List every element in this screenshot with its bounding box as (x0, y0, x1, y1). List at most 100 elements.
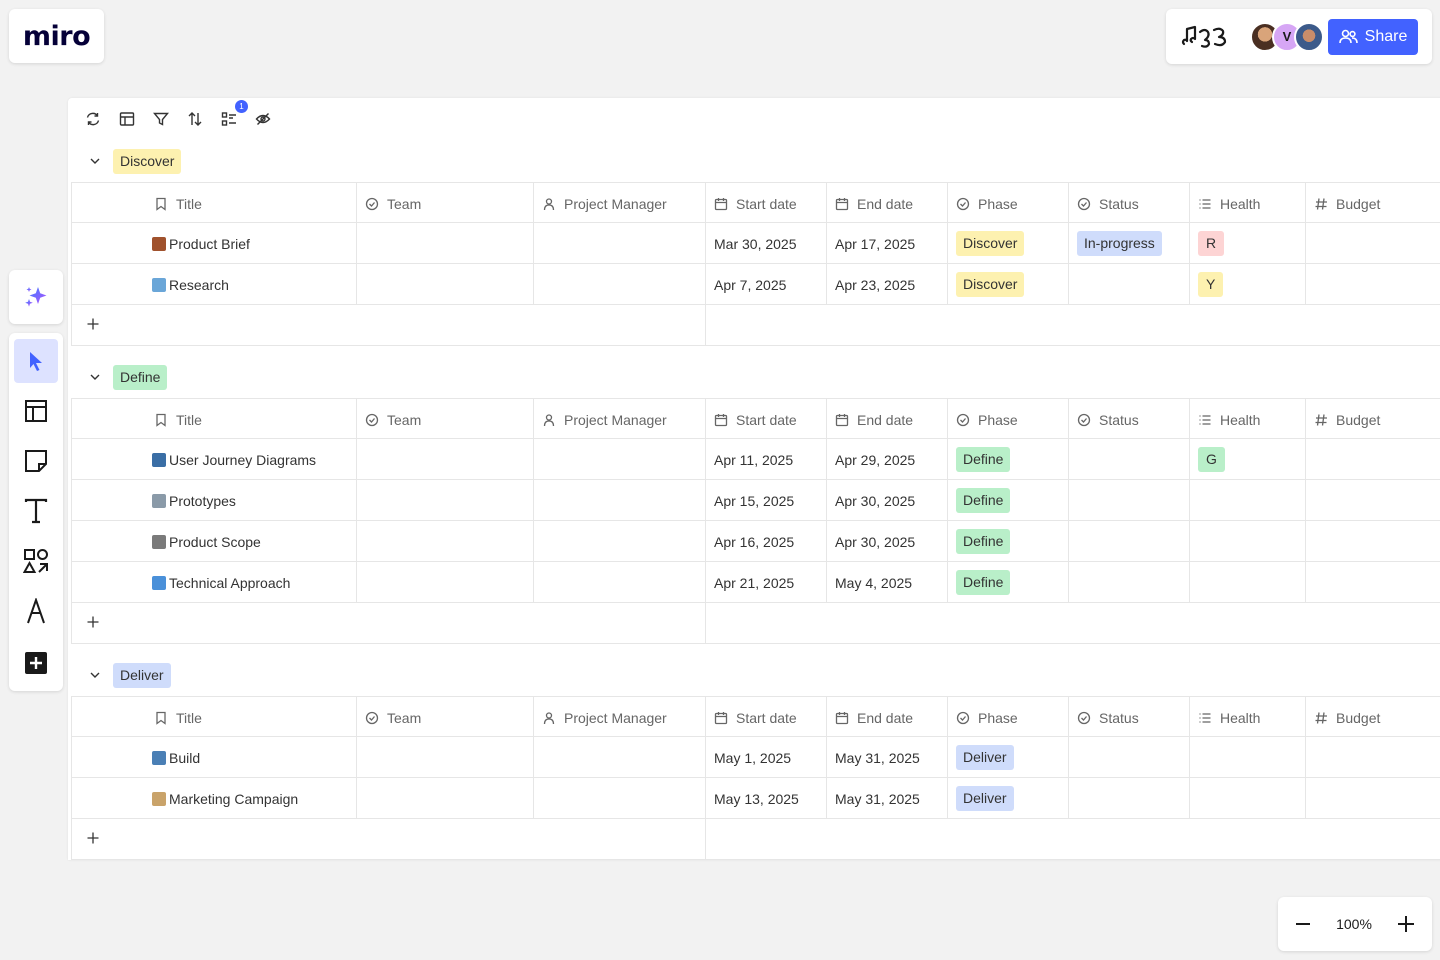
avatar[interactable] (1294, 21, 1324, 52)
hide-fields-button[interactable] (254, 110, 272, 128)
cell-team[interactable] (356, 562, 533, 603)
cell-status[interactable] (1068, 480, 1189, 521)
column-header-team[interactable]: Team (356, 697, 533, 738)
cell-start-date[interactable]: Apr 16, 2025 (705, 521, 826, 562)
cell-budget[interactable] (1305, 264, 1440, 305)
column-header-budget[interactable]: Budget (1305, 399, 1440, 440)
cell-team[interactable] (356, 737, 533, 778)
cell-start-date[interactable]: Apr 7, 2025 (705, 264, 826, 305)
cell-budget[interactable] (1305, 737, 1440, 778)
chevron-down-icon[interactable] (88, 158, 102, 165)
templates-tool[interactable] (14, 389, 58, 433)
cell-title[interactable]: Prototypes (71, 480, 356, 521)
filter-button[interactable] (152, 110, 170, 128)
cell-end-date[interactable]: May 4, 2025 (826, 562, 947, 603)
cell-project-manager[interactable] (533, 439, 705, 480)
cell-health[interactable]: R (1189, 223, 1305, 264)
cell-start-date[interactable]: Apr 21, 2025 (705, 562, 826, 603)
cell-title[interactable]: Product Scope (71, 521, 356, 562)
avatar-group[interactable]: V (1250, 21, 1324, 52)
refresh-button[interactable] (84, 110, 102, 128)
table-row[interactable]: Marketing Campaign May 13, 2025 May 31, 20… (71, 778, 1440, 819)
cell-title[interactable]: Technical Approach (71, 562, 356, 603)
share-button[interactable]: Share (1328, 18, 1418, 55)
plus-icon[interactable] (86, 317, 100, 336)
sort-button[interactable] (186, 110, 204, 128)
shapes-tool[interactable] (14, 539, 58, 583)
sticky-note-tool[interactable] (14, 439, 58, 483)
cell-project-manager[interactable] (533, 264, 705, 305)
cell-project-manager[interactable] (533, 778, 705, 819)
cell-status[interactable] (1068, 439, 1189, 480)
column-header-end-date[interactable]: End date (826, 399, 947, 440)
column-header-health[interactable]: Health (1189, 183, 1305, 224)
add-row-button[interactable] (71, 305, 1440, 346)
cell-title[interactable]: User Journey Diagrams (71, 439, 356, 480)
cell-health[interactable] (1189, 778, 1305, 819)
column-header-team[interactable]: Team (356, 399, 533, 440)
cell-project-manager[interactable] (533, 223, 705, 264)
table-row[interactable]: Product Brief Mar 30, 2025 Apr 17, 2025 Dis… (71, 223, 1440, 264)
cell-team[interactable] (356, 521, 533, 562)
cell-team[interactable] (356, 778, 533, 819)
column-header-phase[interactable]: Phase (947, 399, 1068, 440)
cell-status[interactable] (1068, 264, 1189, 305)
column-header-status[interactable]: Status (1068, 697, 1189, 738)
cell-end-date[interactable]: Apr 29, 2025 (826, 439, 947, 480)
cell-end-date[interactable]: Apr 17, 2025 (826, 223, 947, 264)
column-header-phase[interactable]: Phase (947, 697, 1068, 738)
cell-budget[interactable] (1305, 562, 1440, 603)
zoom-level[interactable]: 100% (1336, 916, 1372, 932)
cell-budget[interactable] (1305, 439, 1440, 480)
cell-phase[interactable]: Discover (947, 264, 1068, 305)
column-header-title[interactable]: Title (71, 697, 356, 738)
cell-phase[interactable]: Deliver (947, 737, 1068, 778)
cell-project-manager[interactable] (533, 562, 705, 603)
cell-title[interactable]: Product Brief (71, 223, 356, 264)
cell-end-date[interactable]: Apr 30, 2025 (826, 480, 947, 521)
group-header[interactable]: Deliver (88, 662, 171, 688)
column-header-status[interactable]: Status (1068, 399, 1189, 440)
cell-end-date[interactable]: Apr 30, 2025 (826, 521, 947, 562)
cell-team[interactable] (356, 223, 533, 264)
column-header-start-date[interactable]: Start date (705, 183, 826, 224)
group-by-button[interactable]: 1 (220, 100, 248, 128)
column-header-project-manager[interactable]: Project Manager (533, 697, 705, 738)
table-row[interactable]: Product Scope Apr 16, 2025 Apr 30, 2025 Def… (71, 521, 1440, 562)
cell-end-date[interactable]: Apr 23, 2025 (826, 264, 947, 305)
cell-project-manager[interactable] (533, 521, 705, 562)
cell-health[interactable]: Y (1189, 264, 1305, 305)
cell-project-manager[interactable] (533, 480, 705, 521)
reactions-icon[interactable] (1180, 22, 1236, 52)
pen-tool[interactable] (14, 589, 58, 633)
cell-start-date[interactable]: Apr 11, 2025 (705, 439, 826, 480)
column-header-end-date[interactable]: End date (826, 183, 947, 224)
cell-start-date[interactable]: May 1, 2025 (705, 737, 826, 778)
table-row[interactable]: Technical Approach Apr 21, 2025 May 4, 202… (71, 562, 1440, 603)
cell-phase[interactable]: Define (947, 480, 1068, 521)
table-widget[interactable]: 1 Discover Title Team Project Manager Start … (68, 98, 1440, 860)
cell-phase[interactable]: Define (947, 439, 1068, 480)
layout-button[interactable] (118, 110, 136, 128)
cell-team[interactable] (356, 264, 533, 305)
column-header-start-date[interactable]: Start date (705, 399, 826, 440)
miro-logo[interactable]: miro (9, 9, 104, 63)
cell-start-date[interactable]: Apr 15, 2025 (705, 480, 826, 521)
add-row-button[interactable] (71, 819, 1440, 860)
cell-start-date[interactable]: Mar 30, 2025 (705, 223, 826, 264)
cell-budget[interactable] (1305, 480, 1440, 521)
cell-budget[interactable] (1305, 223, 1440, 264)
cell-health[interactable] (1189, 737, 1305, 778)
cell-phase[interactable]: Deliver (947, 778, 1068, 819)
more-tools-button[interactable] (14, 641, 58, 685)
add-row-button[interactable] (71, 603, 1440, 644)
table-row[interactable]: Build May 1, 2025 May 31, 2025 Deliver (71, 737, 1440, 778)
cell-start-date[interactable]: May 13, 2025 (705, 778, 826, 819)
table-row[interactable]: Research Apr 7, 2025 Apr 23, 2025 Discover Y (71, 264, 1440, 305)
column-header-project-manager[interactable]: Project Manager (533, 399, 705, 440)
column-header-title[interactable]: Title (71, 399, 356, 440)
cell-title[interactable]: Research (71, 264, 356, 305)
cell-status[interactable] (1068, 562, 1189, 603)
zoom-in-icon[interactable] (1396, 914, 1416, 934)
cell-phase[interactable]: Define (947, 562, 1068, 603)
